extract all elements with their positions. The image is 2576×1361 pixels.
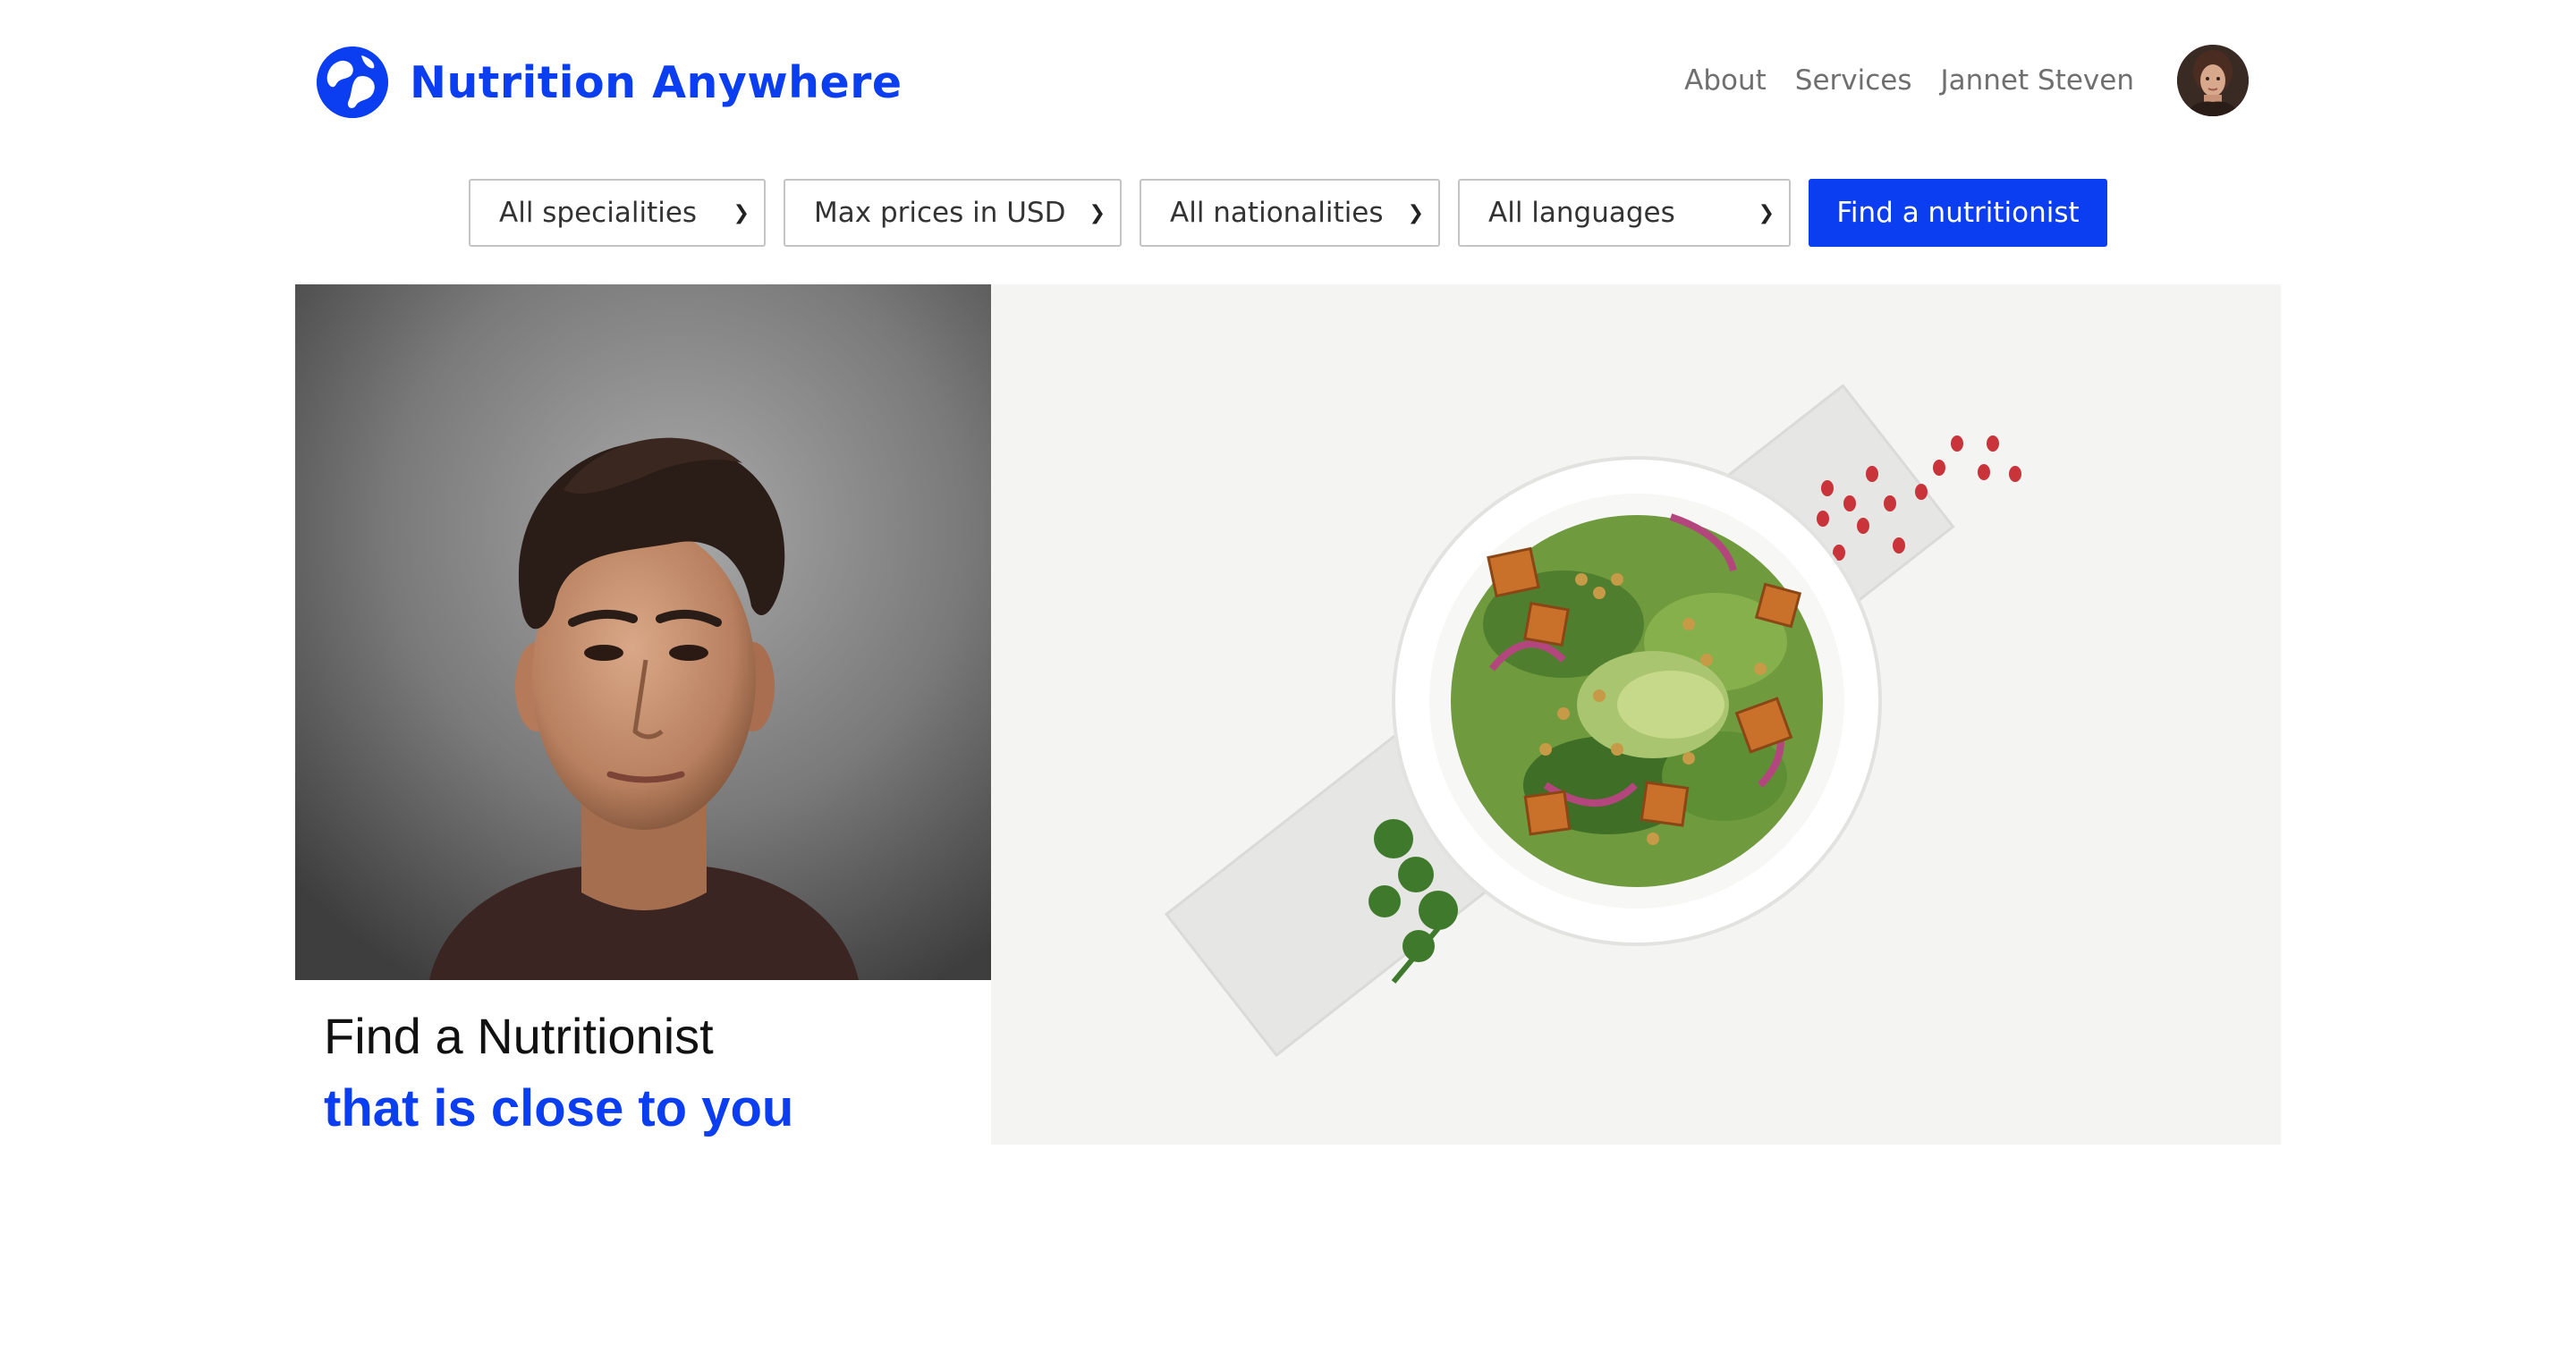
nutritionist-portrait-image: [295, 284, 991, 980]
max-price-select-value: Max prices in USD: [814, 197, 1066, 229]
chevron-down-icon: ❯: [1407, 201, 1424, 224]
nav-user-name[interactable]: Jannet Steven: [1941, 64, 2135, 97]
brand-name: Nutrition Anywhere: [410, 56, 902, 108]
search-filters: All specialities ❯ Max prices in USD ❯ A…: [469, 179, 2107, 247]
find-nutritionist-button[interactable]: Find a nutritionist: [1809, 179, 2107, 247]
max-price-select[interactable]: Max prices in USD ❯: [784, 179, 1122, 247]
speciality-select[interactable]: All specialities ❯: [469, 179, 766, 247]
hero-subtitle: that is close to you: [324, 1079, 794, 1137]
nationality-select[interactable]: All nationalities ❯: [1140, 179, 1440, 247]
chevron-down-icon: ❯: [1089, 201, 1106, 224]
globe-logo-icon: [317, 46, 388, 118]
nav-link-about[interactable]: About: [1684, 64, 1767, 97]
hero-title: Find a Nutritionist: [324, 1008, 714, 1064]
chevron-down-icon: ❯: [733, 201, 750, 224]
language-select[interactable]: All languages ❯: [1458, 179, 1791, 247]
language-select-value: All languages: [1488, 197, 1675, 229]
nav-link-services[interactable]: Services: [1795, 64, 1912, 97]
brand-logo[interactable]: Nutrition Anywhere: [317, 45, 902, 120]
speciality-select-value: All specialities: [499, 197, 698, 229]
salad-bowl-image: [991, 284, 2281, 1145]
page: Nutrition Anywhere About Services Jannet…: [0, 0, 2576, 1361]
nationality-select-value: All nationalities: [1170, 197, 1384, 229]
top-nav: About Services Jannet Steven: [1656, 45, 2249, 116]
chevron-down-icon: ❯: [1758, 201, 1775, 224]
user-avatar[interactable]: [2177, 45, 2249, 116]
